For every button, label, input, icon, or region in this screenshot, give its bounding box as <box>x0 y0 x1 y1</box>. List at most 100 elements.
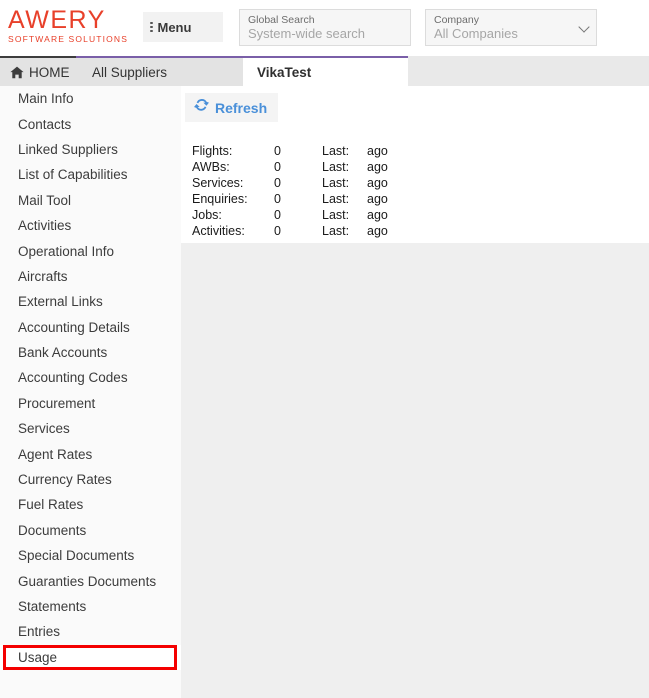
table-row: Services: 0 Last: ago <box>192 175 407 191</box>
menu-button-label: Menu <box>157 19 192 35</box>
tab-home[interactable]: HOME <box>0 56 76 86</box>
refresh-button-label: Refresh <box>215 99 268 116</box>
stat-name: Services: <box>192 176 244 190</box>
stat-ago: ago <box>367 176 388 190</box>
global-search-placeholder: System-wide search <box>248 26 366 41</box>
sidebar-item-label: Linked Suppliers <box>18 141 118 157</box>
stat-value: 0 <box>274 176 281 190</box>
sidebar-item-label: Accounting Details <box>18 319 130 335</box>
stat-value: 0 <box>274 160 281 174</box>
stat-name: Jobs: <box>192 208 222 222</box>
sidebar-item-guaranties-documents[interactable]: Guaranties Documents <box>0 568 181 593</box>
sidebar: Main Info Contacts Linked Suppliers List of… <box>0 86 181 698</box>
refresh-button[interactable]: Refresh <box>185 93 279 122</box>
refresh-icon <box>194 98 209 117</box>
stat-last-label: Last: <box>322 176 350 190</box>
tab-vikatest[interactable]: VikaTest <box>243 56 408 86</box>
sidebar-item-label: Guaranties Documents <box>18 573 157 589</box>
stat-name: AWBs: <box>192 160 230 174</box>
sidebar-item-label: Statements <box>18 599 87 614</box>
content-panel: Refresh Flights: 0 Last: ago AWBs: 0 Last: ago S… <box>181 86 649 243</box>
sidebar-item-bank-accounts[interactable]: Bank Accounts <box>0 340 181 365</box>
sidebar-item-linked-suppliers[interactable]: Linked Suppliers <box>0 137 181 162</box>
sidebar-item-operational-info[interactable]: Operational Info <box>0 238 181 263</box>
tab-vikatest-label: VikaTest <box>257 64 312 80</box>
company-select-value: All Companies <box>434 26 518 41</box>
stat-last-label: Last: <box>322 144 350 158</box>
stat-value: 0 <box>274 224 281 238</box>
sidebar-item-label: Bank Accounts <box>18 345 108 361</box>
sidebar-item-label: Accounting Codes <box>18 370 128 386</box>
sidebar-item-label: List of Capabilities <box>18 167 128 183</box>
sidebar-item-label: Usage <box>18 649 58 665</box>
stat-last-label: Last: <box>322 224 350 238</box>
sidebar-item-label: Agent Rates <box>18 446 93 462</box>
sidebar-item-label: Aircrafts <box>18 268 68 284</box>
tab-bar-empty-space <box>408 56 649 86</box>
stat-value: 0 <box>274 208 281 222</box>
table-row: Flights: 0 Last: ago <box>192 143 407 159</box>
sidebar-item-agent-rates[interactable]: Agent Rates <box>0 441 181 466</box>
table-row: Activities: 0 Last: ago <box>192 223 407 239</box>
global-search-input[interactable]: Global Search System-wide search <box>239 9 411 46</box>
stat-ago: ago <box>367 224 388 238</box>
stat-last-label: Last: <box>322 208 350 222</box>
sidebar-item-documents[interactable]: Documents <box>0 518 181 543</box>
sidebar-item-fuel-rates[interactable]: Fuel Rates <box>0 492 181 517</box>
company-select[interactable]: Company All Companies <box>425 9 597 46</box>
sidebar-item-entries[interactable]: Entries <box>0 619 181 644</box>
sidebar-item-label: Services <box>18 421 70 437</box>
sidebar-item-label: Documents <box>18 522 87 538</box>
sidebar-item-mail-tool[interactable]: Mail Tool <box>0 188 181 213</box>
logo-tagline: SOFTWARE SOLUTIONS <box>8 34 129 44</box>
global-search-label: Global Search <box>248 14 315 26</box>
sidebar-item-special-documents[interactable]: Special Documents <box>0 543 181 568</box>
table-row: Enquiries: 0 Last: ago <box>192 191 407 207</box>
home-icon <box>10 66 24 79</box>
sidebar-item-label: Currency Rates <box>18 472 112 488</box>
stat-name: Activities: <box>192 224 245 238</box>
stat-value: 0 <box>274 144 281 158</box>
app-header: AWERY SOFTWARE SOLUTIONS Menu Global Sea… <box>0 0 649 56</box>
sidebar-item-usage[interactable]: Usage <box>0 644 181 670</box>
sidebar-item-main-info[interactable]: Main Info <box>0 86 181 111</box>
sidebar-item-aircrafts[interactable]: Aircrafts <box>0 264 181 289</box>
sidebar-item-statements[interactable]: Statements <box>0 594 181 619</box>
tab-home-label: HOME <box>29 64 70 80</box>
sidebar-item-external-links[interactable]: External Links <box>0 289 181 314</box>
stat-ago: ago <box>367 144 388 158</box>
page-background <box>181 243 649 698</box>
tab-all-suppliers-label: All Suppliers <box>92 64 168 80</box>
sidebar-item-label: Mail Tool <box>18 192 72 208</box>
stat-ago: ago <box>367 192 388 206</box>
logo: AWERY SOFTWARE SOLUTIONS <box>8 6 129 45</box>
stat-name: Flights: <box>192 144 233 158</box>
stat-name: Enquiries: <box>192 192 248 206</box>
sidebar-item-procurement[interactable]: Procurement <box>0 391 181 416</box>
sidebar-item-label: External Links <box>18 294 103 310</box>
sidebar-item-label: Contacts <box>18 116 72 132</box>
sidebar-item-label: Activities <box>18 218 72 234</box>
menu-button[interactable]: Menu <box>143 12 223 42</box>
logo-wordmark: AWERY <box>8 6 106 34</box>
sidebar-item-label: Operational Info <box>18 243 115 259</box>
sidebar-item-list-of-capabilities[interactable]: List of Capabilities <box>0 162 181 187</box>
stat-last-label: Last: <box>322 160 350 174</box>
tab-bar: HOME All Suppliers VikaTest <box>0 56 649 86</box>
sidebar-item-accounting-codes[interactable]: Accounting Codes <box>0 365 181 390</box>
stat-last-label: Last: <box>322 192 350 206</box>
kebab-menu-icon <box>150 21 153 33</box>
usage-stats-table: Flights: 0 Last: ago AWBs: 0 Last: ago Services:… <box>192 143 407 239</box>
table-row: AWBs: 0 Last: ago <box>192 159 407 175</box>
table-row: Jobs: 0 Last: ago <box>192 207 407 223</box>
stat-ago: ago <box>367 160 388 174</box>
sidebar-item-accounting-details[interactable]: Accounting Details <box>0 315 181 340</box>
sidebar-item-contacts[interactable]: Contacts <box>0 111 181 136</box>
sidebar-item-activities[interactable]: Activities <box>0 213 181 238</box>
tab-all-suppliers[interactable]: All Suppliers <box>76 56 243 86</box>
sidebar-item-services[interactable]: Services <box>0 416 181 441</box>
sidebar-item-label: Main Info <box>18 91 74 107</box>
sidebar-item-label: Fuel Rates <box>18 497 84 513</box>
company-select-label: Company <box>434 14 479 26</box>
sidebar-item-currency-rates[interactable]: Currency Rates <box>0 467 181 492</box>
